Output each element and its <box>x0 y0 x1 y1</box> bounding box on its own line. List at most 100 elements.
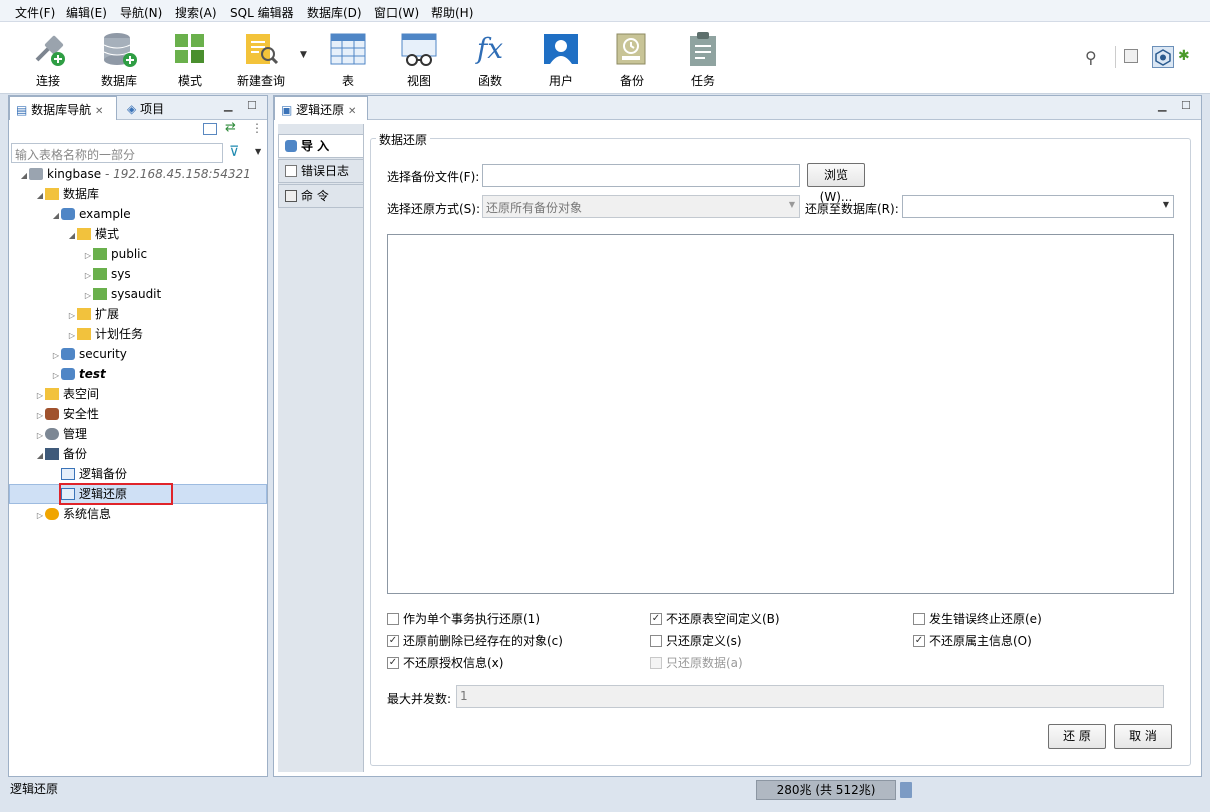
checkbox[interactable] <box>913 612 925 625</box>
tree-node-logical-restore[interactable]: 逻辑还原 <box>51 484 127 504</box>
table-button[interactable]: 表 <box>318 30 378 89</box>
tree-node-test[interactable]: ▷ test <box>51 364 106 384</box>
task-button[interactable]: 任务 <box>673 30 733 89</box>
function-button[interactable]: fx 函数 <box>460 30 520 89</box>
tab-logical-restore[interactable]: ▣ 逻辑还原 ✕ <box>274 96 368 120</box>
menu-file[interactable]: 文件(F) <box>15 4 55 21</box>
checkbox[interactable]: ✓ <box>913 634 925 647</box>
menu-navigate[interactable]: 导航(N) <box>120 4 162 21</box>
tab-project[interactable]: ◈ 项目 <box>121 96 170 120</box>
checkbox[interactable]: ✓ <box>387 634 399 647</box>
schema-button[interactable]: 模式 <box>160 30 220 89</box>
database-button[interactable]: 数据库 <box>89 30 149 89</box>
tree-node-sysaudit[interactable]: ▷ sysaudit <box>83 284 161 304</box>
tree-node-tablespace[interactable]: ▷ 表空间 <box>35 384 99 404</box>
minimize-icon[interactable]: ▁ <box>224 99 232 112</box>
tree-node-sys[interactable]: ▷ sys <box>83 264 131 284</box>
checkbox[interactable] <box>650 634 662 647</box>
checkbox[interactable] <box>387 612 399 625</box>
view-button[interactable]: 视图 <box>389 30 449 89</box>
view-menu-icon[interactable]: ⋮ <box>251 121 263 135</box>
tree-node-kingbase[interactable]: ◢ kingbase - 192.168.45.158:54321 <box>19 164 251 184</box>
max-concurrency-input[interactable]: 1 <box>456 685 1164 708</box>
option-single-transaction[interactable]: 作为单个事务执行还原(1) <box>387 610 540 627</box>
tree-node-extension[interactable]: ▷ 扩展 <box>67 304 119 324</box>
connect-button[interactable]: 连接 <box>18 30 78 89</box>
menu-sql-editor[interactable]: SQL 编辑器 <box>230 4 294 21</box>
tree-node-admin[interactable]: ▷ 管理 <box>35 424 87 444</box>
tree-node-databases[interactable]: ◢ 数据库 <box>35 184 99 204</box>
tree-node-public[interactable]: ▷ public <box>83 244 147 264</box>
side-tab-import[interactable]: 导 入 <box>278 134 364 158</box>
close-icon[interactable]: ✕ <box>95 106 103 117</box>
close-icon[interactable]: ✕ <box>348 106 356 117</box>
tree-node-backup[interactable]: ◢ 备份 <box>35 444 87 464</box>
menu-edit[interactable]: 编辑(E) <box>66 4 107 21</box>
open-perspective-icon[interactable] <box>1124 49 1138 63</box>
filter-dropdown-icon[interactable]: ▼ <box>255 147 261 156</box>
option-no-owner[interactable]: ✓ 不还原属主信息(O) <box>913 632 1032 649</box>
restore-to-select[interactable]: ▼ <box>902 195 1174 218</box>
heap-status[interactable]: 280兆 (共 512兆) <box>756 780 896 800</box>
new-query-button[interactable]: 新建查询 <box>231 30 291 89</box>
option-no-privileges[interactable]: ✓ 不还原授权信息(x) <box>387 654 503 671</box>
debug-bug-icon[interactable]: ✱ <box>1178 48 1190 64</box>
tree-node-schemas[interactable]: ◢ 模式 <box>67 224 119 244</box>
menu-database[interactable]: 数据库(D) <box>307 4 362 21</box>
option-exit-on-error[interactable]: 发生错误终止还原(e) <box>913 610 1042 627</box>
trash-icon[interactable] <box>900 782 912 798</box>
backup-button[interactable]: 备份 <box>602 30 662 89</box>
collapse-arrow-icon[interactable]: ▷ <box>51 366 61 386</box>
maximize-icon[interactable]: ☐ <box>247 99 257 112</box>
option-clean-before-restore[interactable]: ✓ 还原前删除已经存在的对象(c) <box>387 632 563 649</box>
collapse-arrow-icon[interactable]: ▷ <box>35 426 45 446</box>
expand-arrow-icon[interactable]: ◢ <box>19 166 29 186</box>
collapse-arrow-icon[interactable]: ▷ <box>35 506 45 526</box>
tree-node-scheduled-tasks[interactable]: ▷ 计划任务 <box>67 324 143 344</box>
collapse-arrow-icon[interactable]: ▷ <box>51 346 61 366</box>
menu-help[interactable]: 帮助(H) <box>431 4 473 21</box>
collapse-arrow-icon[interactable]: ▷ <box>35 386 45 406</box>
user-button[interactable]: 用户 <box>531 30 591 89</box>
tab-database-navigator[interactable]: ▤ 数据库导航 ✕ <box>9 96 117 120</box>
tree-node-system-info[interactable]: ▷ 系统信息 <box>35 504 111 524</box>
restore-button[interactable]: 还 原 <box>1048 724 1106 749</box>
collapse-arrow-icon[interactable]: ▷ <box>35 406 45 426</box>
browse-button[interactable]: 浏览(W)... <box>807 163 865 204</box>
perspective-dbeaver-icon[interactable] <box>1152 46 1174 68</box>
menu-search[interactable]: 搜索(A) <box>175 4 217 21</box>
filter-funnel-icon[interactable]: ⊽ <box>229 144 239 160</box>
collapse-arrow-icon[interactable]: ▷ <box>83 286 93 306</box>
search-icon[interactable]: ⚲ <box>1085 48 1097 67</box>
tree-node-example[interactable]: ◢ example <box>51 204 131 224</box>
checkbox[interactable]: ✓ <box>387 656 399 669</box>
option-no-tablespaces[interactable]: ✓ 不还原表空间定义(B) <box>650 610 780 627</box>
collapse-arrow-icon[interactable]: ▷ <box>83 246 93 266</box>
new-query-dropdown-icon[interactable]: ▼ <box>300 50 307 60</box>
collapse-arrow-icon[interactable]: ▷ <box>67 326 77 346</box>
tree-node-security-db[interactable]: ▷ security <box>51 344 127 364</box>
tree-node-security[interactable]: ▷ 安全性 <box>35 404 99 424</box>
maximize-icon[interactable]: ☐ <box>1181 99 1191 112</box>
minimize-icon[interactable]: ▁ <box>1158 99 1166 112</box>
checkbox[interactable]: ✓ <box>650 612 662 625</box>
expand-arrow-icon[interactable]: ◢ <box>67 226 77 246</box>
restore-log-area[interactable] <box>387 234 1174 594</box>
backup-file-input[interactable] <box>482 164 800 187</box>
cancel-button[interactable]: 取 消 <box>1114 724 1172 749</box>
collapse-arrow-icon[interactable]: ▷ <box>67 306 77 326</box>
expand-arrow-icon[interactable]: ◢ <box>35 186 45 206</box>
expand-arrow-icon[interactable]: ◢ <box>35 446 45 466</box>
side-tab-command[interactable]: 命 令 <box>278 184 364 208</box>
expand-arrow-icon[interactable]: ◢ <box>51 206 61 226</box>
side-tab-error-log[interactable]: 错误日志 <box>278 159 364 183</box>
tree-node-logical-backup[interactable]: 逻辑备份 <box>51 464 127 484</box>
menu-window[interactable]: 窗口(W) <box>374 4 419 21</box>
database-icon <box>61 207 75 220</box>
option-schema-only[interactable]: 只还原定义(s) <box>650 632 742 649</box>
link-editor-icon[interactable]: ⇄ <box>225 120 236 135</box>
table-filter-input[interactable]: 输入表格名称的一部分 <box>11 143 223 163</box>
collapse-all-icon[interactable] <box>203 123 217 135</box>
restore-mode-select[interactable]: 还原所有备份对象 ▼ <box>482 195 800 218</box>
collapse-arrow-icon[interactable]: ▷ <box>83 266 93 286</box>
